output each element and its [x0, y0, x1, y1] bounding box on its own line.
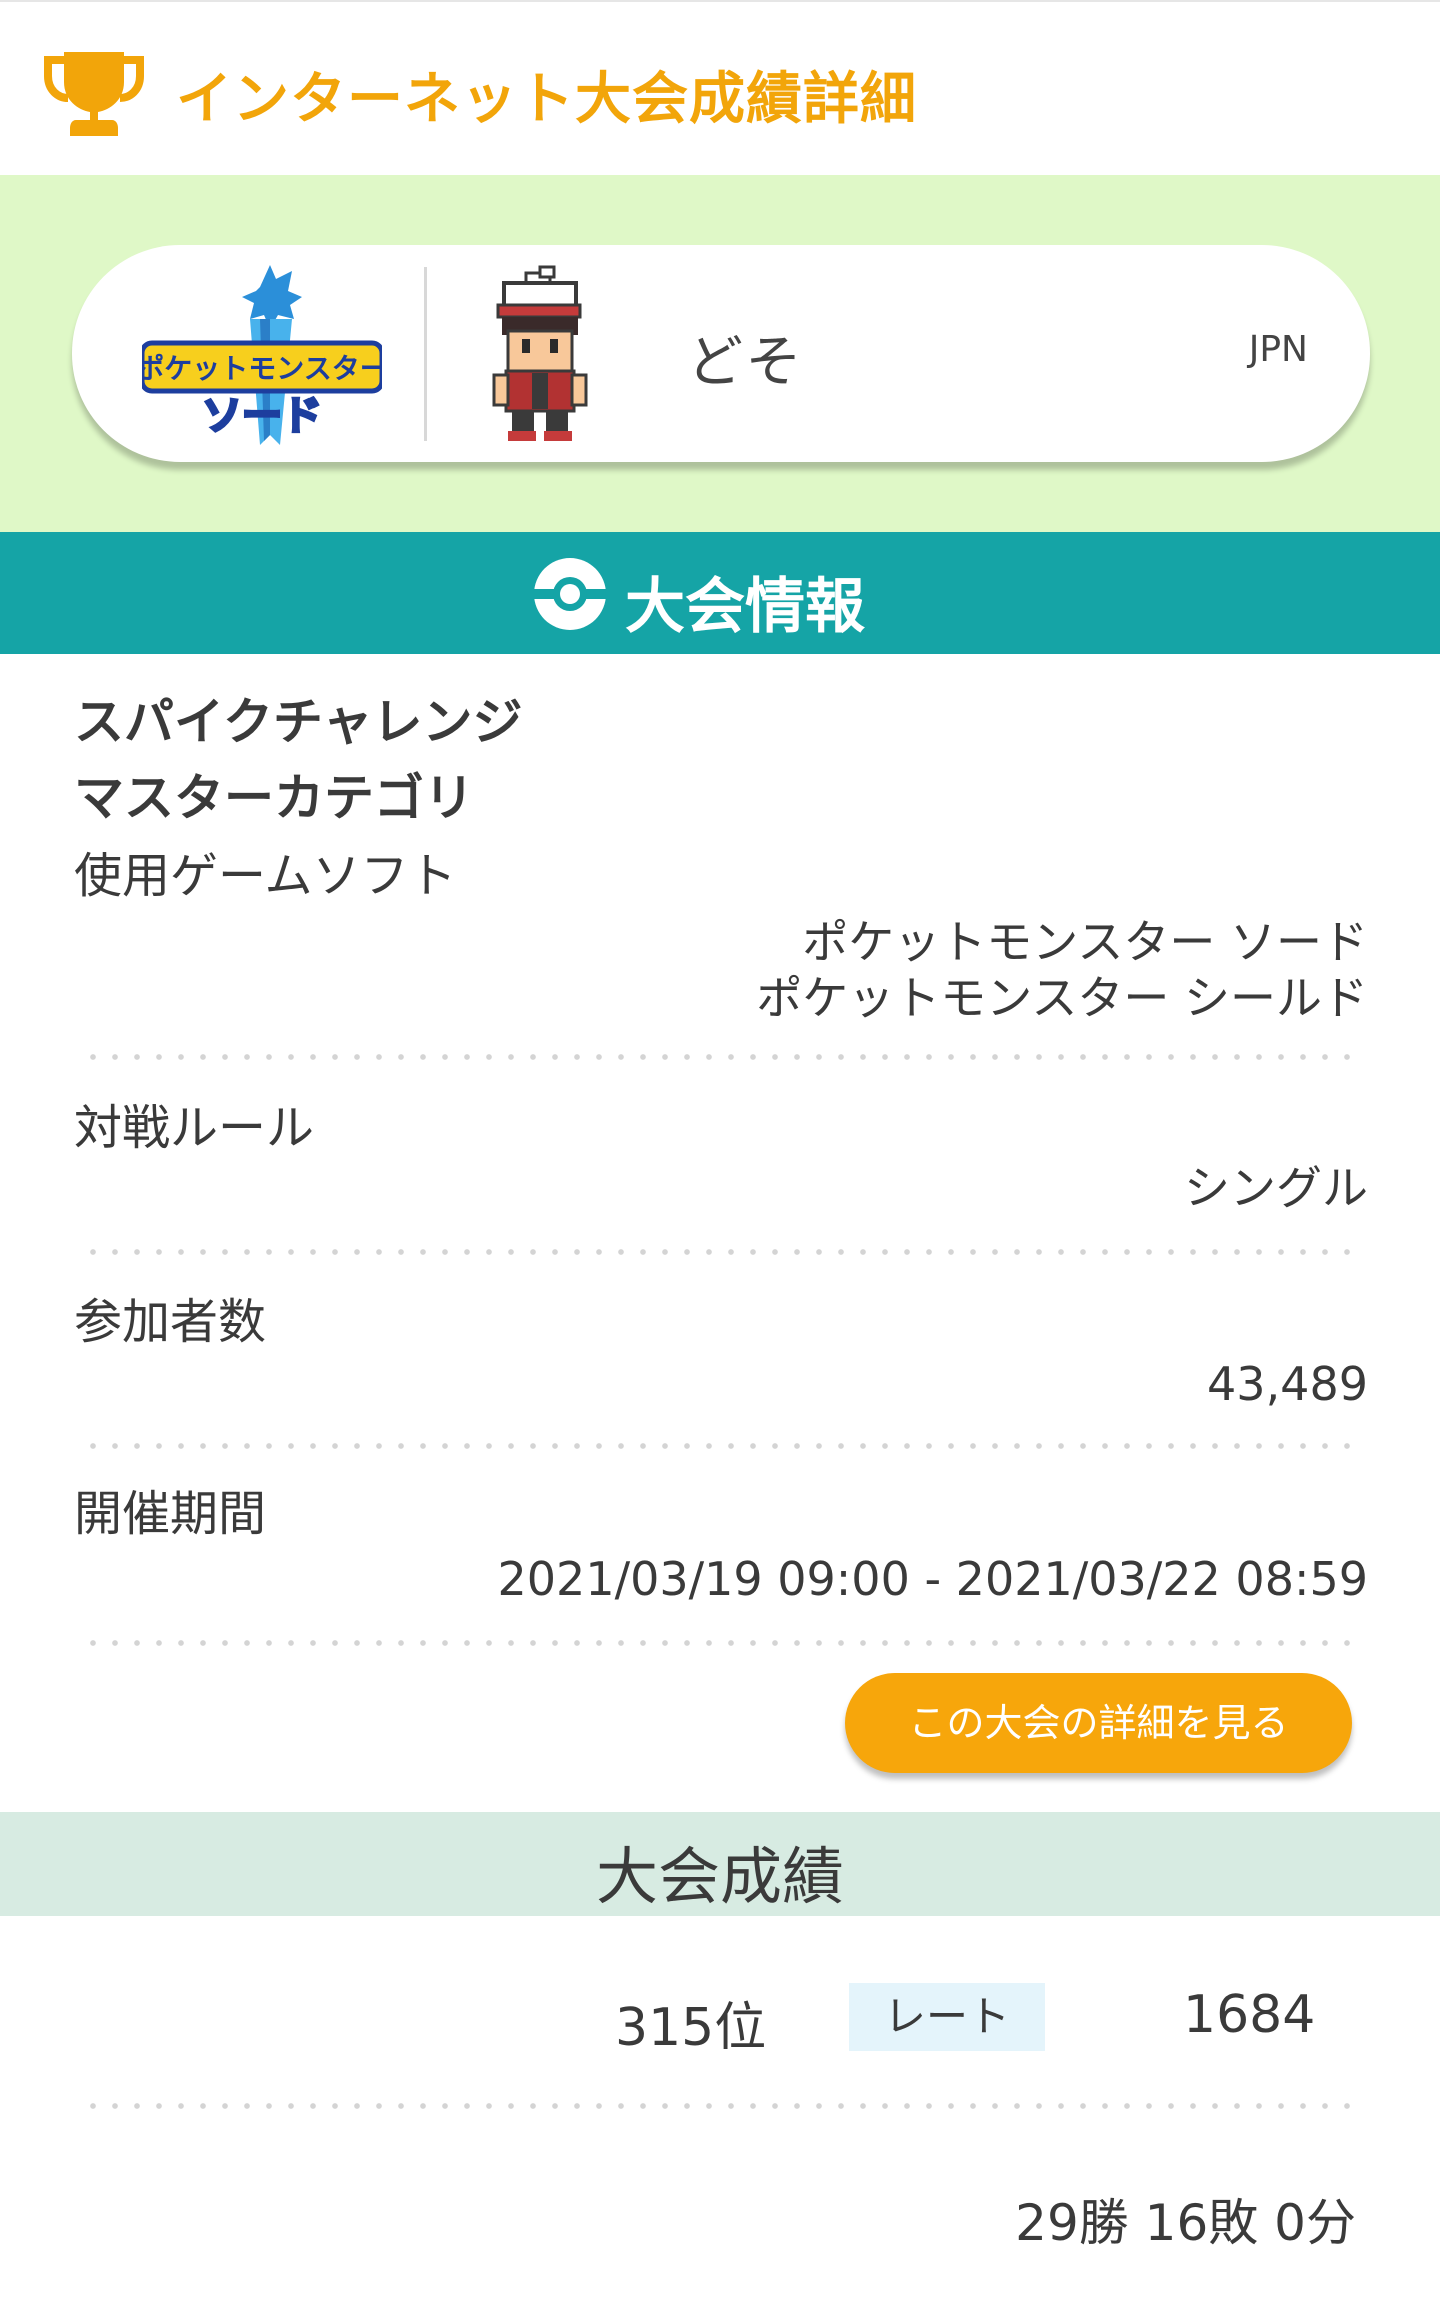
game-software-value: ポケットモンスター ソード ポケットモンスター シールド — [756, 914, 1368, 1026]
tournament-name: スパイクチャレンジ マスターカテゴリ — [74, 684, 523, 836]
period-value: 2021/03/19 09:00 - 2021/03/22 08:59 — [497, 1552, 1368, 1606]
rate-label-badge: レート — [849, 1983, 1045, 2051]
svg-text:ソード: ソード — [202, 393, 322, 439]
view-tournament-details-button[interactable]: この大会の詳細を見る — [845, 1673, 1352, 1773]
card-divider — [424, 267, 427, 441]
page-title: インターネット大会成績詳細 — [176, 67, 917, 132]
profile-band: ポケットモンスター ソード どそ JPN — [0, 175, 1440, 532]
tournament-name-line2: マスターカテゴリ — [74, 769, 474, 827]
game-software-label: 使用ゲームソフト — [74, 848, 457, 904]
tournament-info-header: 大会情報 — [0, 532, 1440, 654]
game-software-shield: ポケットモンスター シールド — [756, 971, 1368, 1025]
game-logo: ポケットモンスター ソード — [142, 265, 382, 445]
rank-value: 315位 — [615, 1998, 767, 2058]
player-name: どそ — [687, 330, 806, 395]
divider-dotted — [82, 1443, 1358, 1449]
player-card: ポケットモンスター ソード どそ JPN — [72, 245, 1370, 462]
results-header: 大会成績 — [0, 1812, 1440, 1916]
divider-dotted — [82, 1249, 1358, 1255]
win-loss-record: 29勝 16敗 0分 — [1015, 2194, 1356, 2252]
participants-label: 参加者数 — [74, 1294, 267, 1350]
divider-dotted — [82, 1640, 1358, 1646]
page-header: インターネット大会成績詳細 — [0, 0, 1440, 175]
player-avatar — [492, 265, 588, 441]
trophy-icon — [44, 52, 144, 136]
section-title-results: 大会成績 — [595, 1840, 844, 1913]
svg-text:ポケットモンスター: ポケットモンスター — [142, 352, 382, 385]
game-software-sword: ポケットモンスター ソード — [802, 915, 1368, 969]
period-label: 開催期間 — [74, 1486, 267, 1542]
participants-value: 43,489 — [1207, 1357, 1368, 1411]
battle-rule-value: シングル — [1184, 1161, 1368, 1215]
section-title-tournament-info: 大会情報 — [625, 572, 865, 642]
player-region: JPN — [1248, 329, 1308, 370]
divider-dotted — [82, 1054, 1358, 1060]
tournament-name-line1: スパイクチャレンジ — [74, 693, 523, 751]
divider-dotted — [82, 2103, 1358, 2109]
rate-value: 1684 — [1183, 1985, 1316, 2045]
battle-rule-label: 対戦ルール — [74, 1100, 315, 1156]
pokeball-icon — [534, 558, 606, 630]
